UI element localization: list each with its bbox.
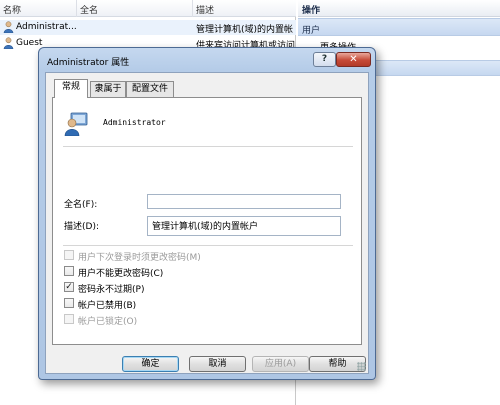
tab-general[interactable]: 常规	[54, 79, 88, 98]
dialog-title: Administrator 属性	[47, 58, 130, 68]
general-tab-panel: Administrator 全名(F): 描述(D): 管理计算机(域)的内置帐…	[52, 97, 362, 345]
full-name-label: 全名(F):	[64, 200, 98, 210]
user-icon	[3, 37, 14, 49]
title-help-button[interactable]: ?	[313, 52, 336, 67]
tab-profile[interactable]: 配置文件	[126, 81, 174, 97]
close-button[interactable]: ✕	[336, 52, 371, 67]
column-header-full-name[interactable]: 全名	[80, 3, 98, 16]
column-header-name[interactable]: 名称	[3, 3, 21, 16]
resize-grip-icon[interactable]	[357, 362, 366, 371]
description-field[interactable]: 管理计算机(域)的内置帐户	[147, 216, 341, 236]
checkbox-box	[64, 298, 74, 308]
checkbox-label: 用户不能更改密码(C)	[78, 269, 164, 279]
account-name: Administrator	[103, 118, 166, 127]
list-header: 名称 全名 描述	[0, 0, 296, 17]
checkmark-icon: ✓	[64, 282, 74, 292]
actions-section-users[interactable]: 用户	[298, 18, 500, 36]
column-separator[interactable]	[76, 0, 77, 17]
user-account-icon	[64, 112, 88, 136]
checkbox-box	[64, 266, 74, 276]
user-icon	[3, 21, 14, 33]
user-name: Administrat...	[16, 22, 76, 32]
checkbox-box	[64, 250, 74, 260]
apply-button[interactable]: 应用(A)	[252, 356, 309, 372]
user-description: 管理计算机(域)的内置帐	[196, 25, 294, 35]
cancel-button[interactable]: 取消	[189, 356, 246, 372]
checkbox-label: 用户下次登录时须更改密码(M)	[78, 253, 201, 263]
column-separator[interactable]	[192, 0, 193, 17]
column-header-description[interactable]: 描述	[196, 3, 214, 16]
checkbox-box	[64, 314, 74, 324]
properties-dialog: Administrator 属性 ? ✕ 常规 隶属于 配置文件 Adminis…	[38, 47, 376, 380]
checkbox-label: 帐户已禁用(B)	[78, 301, 137, 311]
description-label: 描述(D):	[64, 222, 99, 232]
checkbox-label: 帐户已锁定(O)	[78, 317, 138, 327]
close-icon: ✕	[349, 54, 358, 65]
tab-member-of[interactable]: 隶属于	[90, 81, 126, 97]
checkbox-label: 密码永不过期(P)	[78, 285, 145, 295]
actions-title: 操作	[298, 0, 500, 17]
divider	[63, 245, 353, 246]
user-row-administrator[interactable]: Administrat... 管理计算机(域)的内置帐	[0, 20, 296, 35]
divider	[63, 146, 353, 147]
ok-button[interactable]: 确定	[122, 356, 179, 372]
full-name-field[interactable]	[147, 194, 341, 209]
dialog-body: 常规 隶属于 配置文件 Administrator 全名(F): 描述(D): …	[45, 72, 369, 374]
